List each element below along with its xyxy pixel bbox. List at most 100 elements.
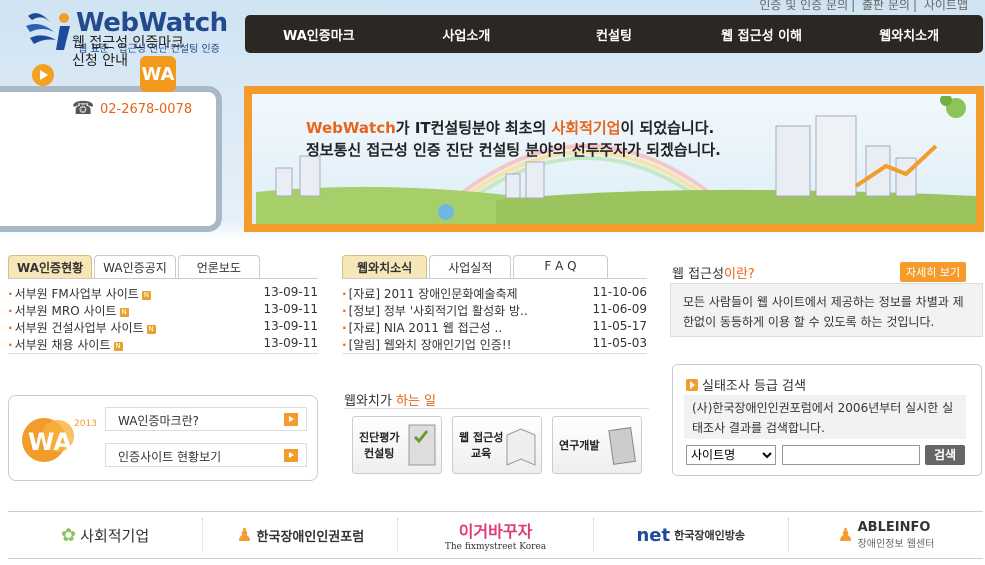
wa-mark-info-label: WA인증마크란? <box>118 414 199 428</box>
news-panel: 웹와치소식 사업실적 F A Q [자료] 2011 장애인문화예술축제 11-1… <box>342 255 647 354</box>
wa-2013-year: 2013 <box>74 419 97 429</box>
search-button[interactable]: 검색 <box>925 445 965 465</box>
search-input[interactable] <box>782 445 920 465</box>
nav-wa-mark[interactable]: WA인증마크 <box>245 25 393 44</box>
survey-search-title: 실태조사 등급 검색 <box>686 375 806 394</box>
new-badge-icon: N <box>119 308 129 317</box>
phone-icon: ☎ <box>72 98 95 119</box>
tab-results[interactable]: 사업실적 <box>429 255 512 278</box>
nav-about[interactable]: 웹와치소개 <box>835 25 983 44</box>
banner-headline-2: 정보통신 접근성 인증 진단 컨설팅 분야의 선두주자가 되겠습니다. <box>306 141 721 159</box>
does-label-1b: 컨설팅 <box>364 447 395 460</box>
nav-consulting[interactable]: 컨설팅 <box>540 25 688 44</box>
does-label-2: 웹 접근성교육 <box>459 429 503 461</box>
document-icon <box>608 427 636 465</box>
list-item-date: 11-05-17 <box>592 319 647 333</box>
wa-mark-info-button[interactable]: WA인증마크란? <box>105 407 307 431</box>
news-tabs: 웹와치소식 사업실적 F A Q <box>342 255 647 279</box>
tab-wa-notice[interactable]: WA인증공지 <box>94 255 176 278</box>
accessibility-description: 모든 사람들이 웹 사이트에서 제공하는 정보를 차별과 제한없이 동등하게 이… <box>670 283 983 337</box>
does-title: 웹와치가 하는 일 <box>344 390 436 409</box>
banner-highlight: 사회적기업 <box>551 119 621 137</box>
tab-news[interactable]: 웹와치소식 <box>342 255 428 278</box>
wa-2013-mark: WA <box>28 428 72 456</box>
cert-status-tabs: WA인증현황 WA인증공지 언론보도 <box>8 255 318 279</box>
tab-faq[interactable]: F A Q <box>513 255 608 278</box>
list-item[interactable]: 서부원 건설사업부 사이트N 13-09-11 <box>8 319 318 336</box>
research-button[interactable]: 연구개발 <box>552 416 642 474</box>
checklist-icon <box>408 424 436 466</box>
cert-sites-label: 인증사이트 현황보기 <box>118 450 222 464</box>
arrow-right-icon <box>284 449 298 462</box>
util-link-publish-inquiry[interactable]: 출판 문의 <box>859 0 913 12</box>
new-badge-icon: N <box>141 291 151 300</box>
new-badge-icon: N <box>146 325 156 334</box>
banner-text-1d: 이 되었습니다. <box>620 119 715 137</box>
util-link-sitemap[interactable]: 사이트맵 <box>921 0 971 12</box>
list-item-title: 서부원 MRO 사이트 <box>14 304 117 318</box>
banner-city-illustration <box>256 96 976 224</box>
list-item-date: 11-06-09 <box>592 302 647 316</box>
person-icon: ♟ <box>837 524 854 546</box>
does-label-1a: 진단평가 <box>359 431 400 444</box>
list-item[interactable]: [자료] 2011 장애인문화예술축제 11-10-06 <box>342 285 647 302</box>
partner-ableinfo[interactable]: ♟ ABLEINFO 장애인정보 웹센터 <box>789 518 983 552</box>
list-item[interactable]: [알림] 웹와치 장애인기업 인증!! 11-05-03 <box>342 336 647 353</box>
banner-headline-1: WebWatch가 IT컨설팅분야 최초의 사회적기업이 되었습니다. <box>306 117 714 138</box>
util-link-cert-inquiry[interactable]: 인증 및 인증 문의 <box>756 0 851 12</box>
list-item-date: 13-09-11 <box>263 285 318 299</box>
cert-guide-title: 웹 접근성 인증마크 <box>72 35 184 51</box>
logo-bird-icon <box>26 13 70 50</box>
list-item-title: [정보] 정부 '사회적기업 활성화 방.. <box>342 302 528 319</box>
education-button[interactable]: 웹 접근성교육 <box>452 416 542 474</box>
arrow-right-icon <box>284 413 298 426</box>
list-item-title: 서부원 FM사업부 사이트 <box>14 287 139 301</box>
more-button[interactable]: 자세히 보기 <box>900 262 967 282</box>
list-item-title: [알림] 웹와치 장애인기업 인증!! <box>342 336 512 353</box>
list-item-title: 서부원 채용 사이트 <box>14 338 111 352</box>
list-item-date: 13-09-11 <box>263 336 318 350</box>
partner-fixmystreet[interactable]: 이거바꾸자 The fixmystreet Korea <box>398 518 594 552</box>
tab-wa-status[interactable]: WA인증현황 <box>8 255 93 278</box>
does-label-1: 진단평가컨설팅 <box>359 429 399 461</box>
tab-press[interactable]: 언론보도 <box>177 255 260 278</box>
main-navigation: WA인증마크 사업소개 컨설팅 웹 접근성 이해 웹와치소개 <box>245 15 983 53</box>
wa-2013-logo: WA 2013 <box>22 418 97 462</box>
list-item-title: 서부원 건설사업부 사이트 <box>14 321 144 335</box>
accessibility-title-b: 이란? <box>723 267 755 282</box>
partner-label: 이거바꾸자 <box>458 522 533 541</box>
does-label-2b: 교육 <box>471 447 492 460</box>
does-title-b: 하는 일 <box>395 394 436 409</box>
partner-social-enterprise[interactable]: ✿ 사회적기업 <box>8 518 204 552</box>
list-item[interactable]: 서부원 FM사업부 사이트N 13-09-11 <box>8 285 318 302</box>
arrow-right-icon <box>686 379 698 391</box>
cert-sites-button[interactable]: 인증사이트 현황보기 <box>105 443 307 467</box>
diagnosis-consulting-button[interactable]: 진단평가컨설팅 <box>352 416 442 474</box>
nav-accessibility[interactable]: 웹 접근성 이해 <box>688 25 836 44</box>
accessibility-title-a: 웹 접근성 <box>672 267 724 282</box>
does-label-3: 연구개발 <box>559 439 600 452</box>
list-item[interactable]: [자료] NIA 2011 웹 접근성 .. 11-05-17 <box>342 319 647 336</box>
search-type-select[interactable]: 사이트명 <box>686 445 776 465</box>
list-item-title: [자료] NIA 2011 웹 접근성 .. <box>342 319 503 336</box>
list-item-date: 13-09-11 <box>263 302 318 316</box>
partner-sublabel: 장애인정보 웹센터 <box>857 539 935 550</box>
partner-label: net <box>636 524 671 546</box>
partner-disability-forum[interactable]: ♟ 한국장애인인권포럼 <box>203 518 399 552</box>
cert-guide-subtitle: 신청 안내 <box>72 53 128 69</box>
list-item-date: 11-10-06 <box>592 285 647 299</box>
list-item[interactable]: 서부원 MRO 사이트N 13-09-11 <box>8 302 318 319</box>
nav-business[interactable]: 사업소개 <box>393 25 541 44</box>
list-item[interactable]: 서부원 채용 사이트N 13-09-11 <box>8 336 318 353</box>
partner-label: 사회적기업 <box>80 526 150 545</box>
list-item-title: [자료] 2011 장애인문화예술축제 <box>342 285 518 302</box>
partner-sublabel: The fixmystreet Korea <box>444 542 547 552</box>
play-icon[interactable] <box>32 64 54 86</box>
cert-status-list: 서부원 FM사업부 사이트N13-09-11 서부원 MRO 사이트N13-09… <box>8 285 318 353</box>
list-item[interactable]: [정보] 정부 '사회적기업 활성화 방.. 11-06-09 <box>342 302 647 319</box>
partner-nettv[interactable]: net 한국장애인방송 <box>594 518 789 552</box>
does-label-2a: 웹 접근성 <box>459 431 504 444</box>
accessibility-title: 웹 접근성이란? <box>672 263 755 282</box>
cert-phone-number: 02-2678-0078 <box>100 102 193 117</box>
social-enterprise-icon: ✿ <box>61 524 77 546</box>
